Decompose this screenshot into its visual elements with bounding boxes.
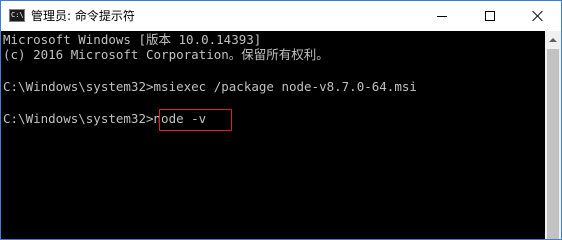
scrollbar-thumb[interactable] [547,49,559,239]
title-bar[interactable]: C:\ 管理员: 命令提示符 [1,1,561,31]
arrow-up-icon [549,37,557,42]
window-title: 管理员: 命令提示符 [31,9,135,23]
cmd-app-icon[interactable]: C:\ [9,9,25,22]
console-output[interactable]: Microsoft Windows [版本 10.0.14393] (c) 20… [1,31,545,239]
console-line-version: Microsoft Windows [版本 10.0.14393] [3,32,262,47]
close-button[interactable] [515,1,561,31]
console-line-msiexec-command: C:\Windows\system32>msiexec /package nod… [3,79,417,94]
command-prompt-window: C:\ 管理员: 命令提示符 Microsoft Windows [版本 10.… [0,0,562,240]
scroll-up-button[interactable] [545,31,561,48]
cmd-app-icon-label: C:\ [11,11,24,19]
console-line-copyright: (c) 2016 Microsoft Corporation。保留所有权利。 [3,47,329,62]
close-icon [532,10,544,22]
command-highlight-box [159,109,232,131]
minimize-icon [437,15,447,17]
maximize-button[interactable] [467,1,513,31]
maximize-icon [485,11,495,21]
minimize-button[interactable] [419,1,465,31]
vertical-scrollbar[interactable] [545,31,561,239]
